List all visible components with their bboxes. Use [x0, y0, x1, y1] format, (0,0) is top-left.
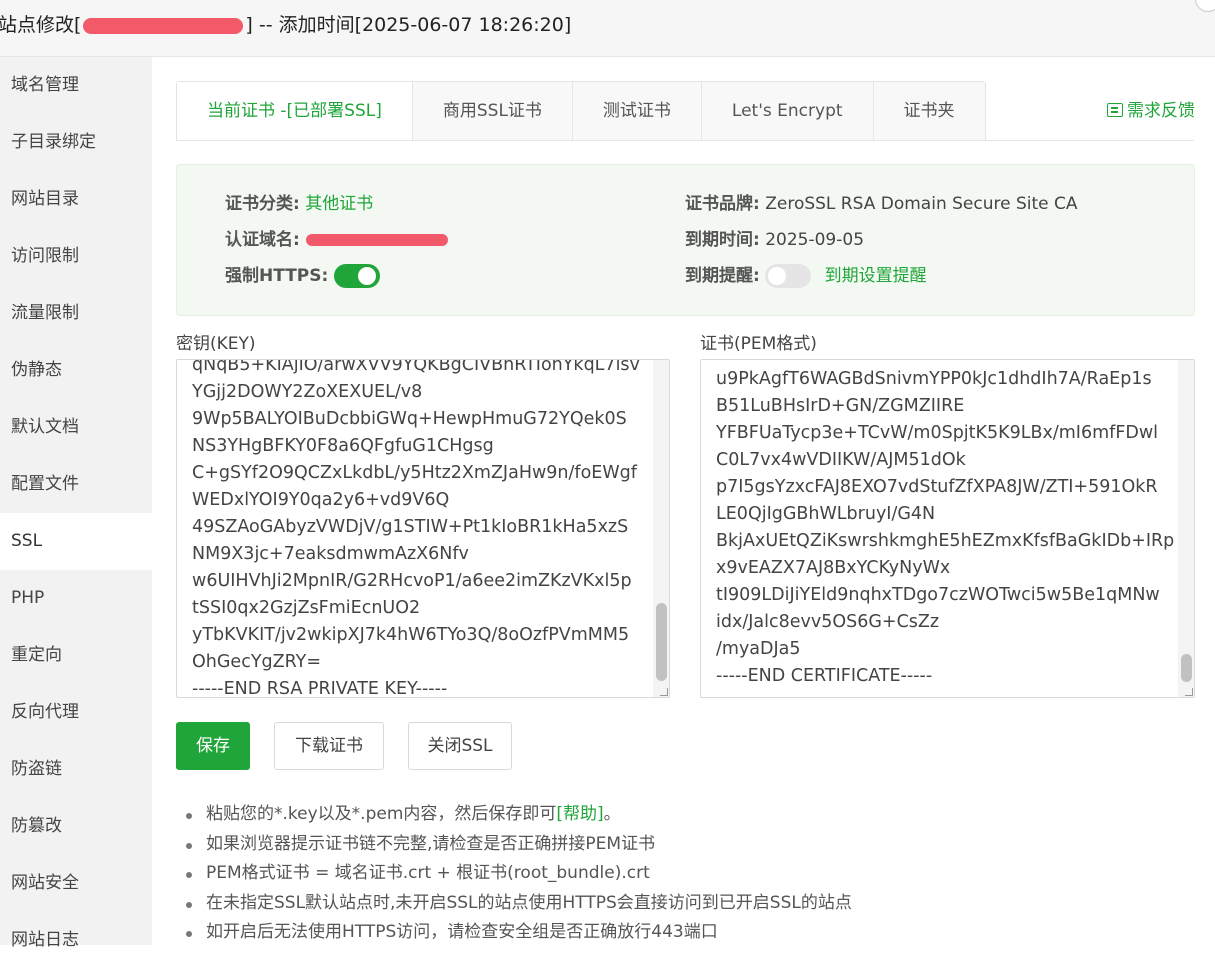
sidebar-item-site-log[interactable]: 网站日志: [0, 912, 152, 969]
sidebar-item-rewrite[interactable]: 伪静态: [0, 342, 152, 399]
ssl-tabs: 当前证书 -[已部署SSL] 商用SSL证书 测试证书 Let's Encryp…: [176, 81, 986, 141]
tip-item: 如开启后无法使用HTTPS访问，请检查安全组是否正确放行443端口: [186, 918, 852, 948]
force-https-toggle[interactable]: [333, 264, 380, 288]
key-field-label: 密钥(KEY): [176, 334, 256, 354]
expire-remind-settings-link[interactable]: 到期设置提醒: [825, 266, 927, 286]
sidebar-item-redirect[interactable]: 重定向: [0, 627, 152, 684]
tab-current-cert[interactable]: 当前证书 -[已部署SSL]: [177, 82, 412, 141]
cert-domain-row: 认证域名:: [225, 228, 448, 252]
toggle-knob: [357, 267, 376, 285]
sidebar-item-tamper-proof[interactable]: 防篡改: [0, 798, 152, 855]
expire-remind-label: 到期提醒:: [685, 266, 760, 286]
redacted-site-name: [83, 17, 244, 34]
key-scroll-thumb[interactable]: [656, 603, 667, 681]
title-prefix: 站点修改[: [0, 14, 82, 36]
tip-item: 粘贴您的*.key以及*.pem内容，然后保存即可[帮助]。: [186, 800, 852, 830]
sidebar-item-site-dir[interactable]: 网站目录: [0, 171, 152, 228]
key-scrollbar[interactable]: [653, 360, 669, 697]
cert-expire-row: 到期时间: 2025-09-05: [685, 228, 864, 252]
tab-lets-encrypt[interactable]: Let's Encrypt: [700, 82, 873, 141]
help-link[interactable]: [帮助]: [556, 804, 603, 824]
feedback-link[interactable]: 需求反馈: [1107, 96, 1195, 121]
close-icon[interactable]: [1195, 0, 1215, 12]
tip-text: 粘贴您的*.key以及*.pem内容，然后保存即可: [206, 804, 557, 824]
tips-list: 粘贴您的*.key以及*.pem内容，然后保存即可[帮助]。 如果浏览器提示证书…: [186, 800, 852, 948]
cert-category-value: 其他证书: [305, 194, 374, 214]
title-bar: 站点修改[ ] -- 添加时间[2025-06-07 18:26:20]: [0, 0, 1215, 57]
redacted-domain: [305, 234, 448, 246]
sidebar-item-ssl[interactable]: SSL: [0, 513, 152, 570]
tab-cert-folder[interactable]: 证书夹: [872, 82, 985, 141]
cert-scroll-thumb[interactable]: [1181, 654, 1192, 682]
sidebar-item-domain[interactable]: 域名管理: [0, 57, 152, 114]
tip-item: 如果浏览器提示证书链不完整,请检查是否正确拼接PEM证书: [186, 830, 852, 860]
toggle-knob: [768, 267, 787, 285]
cert-textarea[interactable]: u9PkAgfT6WAGBdSnivmYPP0kJc1dhdIh7A/RaEp1…: [700, 359, 1195, 698]
feedback-icon: [1107, 103, 1123, 117]
force-https-row: 强制HTTPS:: [225, 264, 380, 288]
expire-remind-toggle[interactable]: [765, 264, 812, 288]
save-button[interactable]: 保存: [176, 722, 250, 770]
tab-divider: [176, 140, 1194, 141]
cert-scrollbar[interactable]: [1178, 360, 1194, 697]
cert-brand-label: 证书品牌:: [685, 194, 760, 214]
key-textarea-content: qNqB5+KIAjIO/arwXVV9YQKBgCIVBhRTIonYkqL7…: [192, 359, 640, 698]
sidebar-item-access-limit[interactable]: 访问限制: [0, 228, 152, 285]
cert-info-panel: 证书分类: 其他证书 认证域名: 强制HTTPS: 证书品牌: ZeroSSL …: [176, 164, 1195, 316]
download-cert-button[interactable]: 下载证书: [274, 722, 384, 770]
sidebar: 域名管理 子目录绑定 网站目录 访问限制 流量限制 伪静态 默认文档 配置文件 …: [0, 57, 152, 950]
sidebar-item-config[interactable]: 配置文件: [0, 456, 152, 513]
cert-category-label: 证书分类:: [225, 194, 300, 214]
resize-handle-icon[interactable]: [660, 688, 668, 696]
close-ssl-button[interactable]: 关闭SSL: [408, 722, 512, 770]
title-suffix: ] -- 添加时间[2025-06-07 18:26:20]: [245, 14, 572, 36]
sidebar-item-site-security[interactable]: 网站安全: [0, 855, 152, 912]
cert-brand-row: 证书品牌: ZeroSSL RSA Domain Secure Site CA: [685, 192, 1078, 216]
sidebar-item-php[interactable]: PHP: [0, 570, 152, 627]
tab-test-cert[interactable]: 测试证书: [571, 82, 701, 141]
tip-item: 在未指定SSL默认站点时,未开启SSL的站点使用HTTPS会直接访问到已开启SS…: [186, 889, 852, 919]
window-title: 站点修改[ ] -- 添加时间[2025-06-07 18:26:20]: [0, 12, 571, 38]
cert-field-label: 证书(PEM格式): [700, 334, 817, 354]
sidebar-item-traffic-limit[interactable]: 流量限制: [0, 285, 152, 342]
sidebar-item-reverse-proxy[interactable]: 反向代理: [0, 684, 152, 741]
cert-textarea-content: u9PkAgfT6WAGBdSnivmYPP0kJc1dhdIh7A/RaEp1…: [716, 369, 1175, 686]
cert-brand-value: ZeroSSL RSA Domain Secure Site CA: [765, 194, 1078, 214]
force-https-label: 强制HTTPS:: [225, 266, 329, 286]
expire-remind-row: 到期提醒: 到期设置提醒: [685, 264, 927, 288]
cert-domain-label: 认证域名:: [225, 230, 300, 250]
key-textarea[interactable]: qNqB5+KIAjIO/arwXVV9YQKBgCIVBhRTIonYkqL7…: [176, 359, 670, 698]
cert-expire-value: 2025-09-05: [765, 230, 865, 250]
tip-item: PEM格式证书 = 域名证书.crt + 根证书(root_bundle).cr…: [186, 859, 852, 889]
sidebar-item-subdir[interactable]: 子目录绑定: [0, 114, 152, 171]
feedback-label: 需求反馈: [1127, 101, 1195, 121]
sidebar-item-default-doc[interactable]: 默认文档: [0, 399, 152, 456]
cert-category-row: 证书分类: 其他证书: [225, 192, 373, 216]
tip-text: 。: [603, 804, 621, 824]
resize-handle-icon[interactable]: [1185, 688, 1193, 696]
cert-expire-label: 到期时间:: [685, 230, 760, 250]
tab-commercial-ssl[interactable]: 商用SSL证书: [411, 82, 572, 141]
sidebar-item-hotlink[interactable]: 防盗链: [0, 741, 152, 798]
